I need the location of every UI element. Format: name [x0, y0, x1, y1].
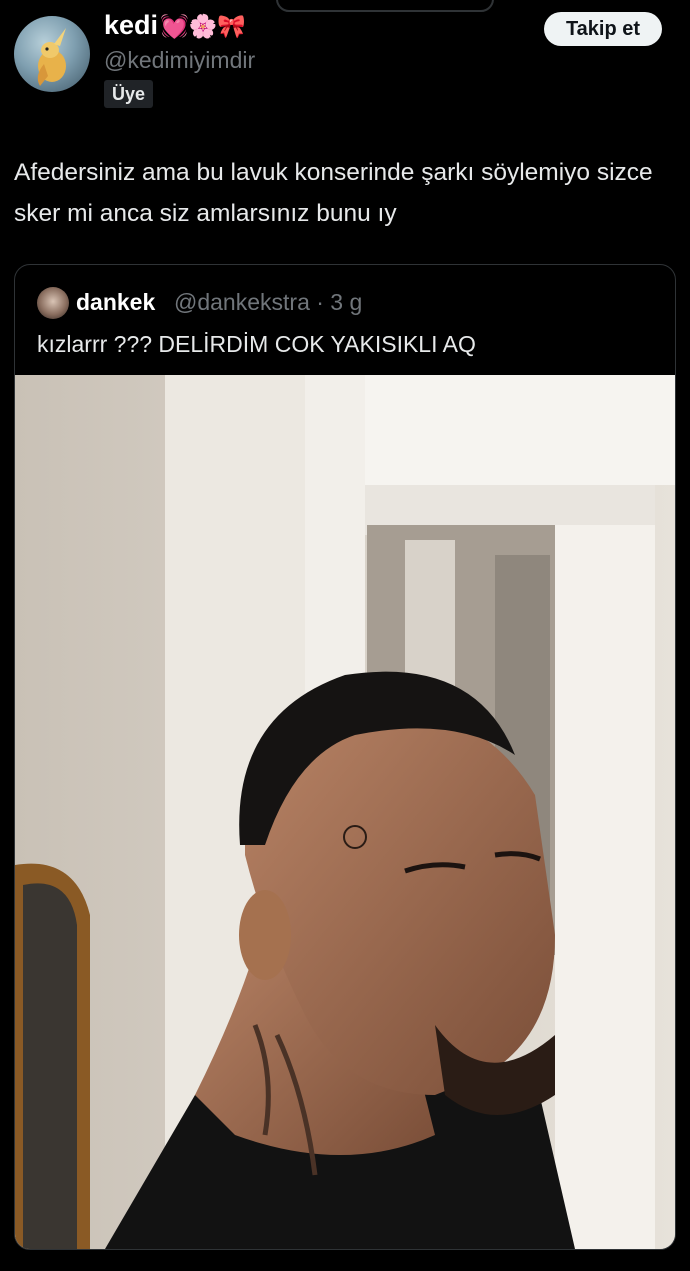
author-handle[interactable]: @kedimiyimdir — [104, 47, 255, 74]
quoted-tweet-text: kızlarrr ??? DELİRDİM COK YAKISIKLI AQ — [37, 331, 476, 357]
top-pill-bar — [276, 0, 494, 12]
tweet-text: Afedersiniz ama bu lavuk konserinde şark… — [14, 159, 653, 227]
quoted-author-name: dankek — [76, 289, 156, 315]
quoted-author-handle: @dankekstra — [174, 289, 310, 315]
author-name-emojis: 💓🌸🎀 — [160, 13, 246, 39]
quoted-tweet-card[interactable]: dankek @dankekstra · 3 g kızlarrr ??? DE… — [14, 264, 676, 1250]
avatar-illustration — [37, 28, 66, 86]
quoted-author-avatar — [37, 287, 69, 319]
quoted-tweet-time: · 3 g — [316, 289, 363, 315]
quoted-author-handle-time: @dankekstra · 3 g — [174, 289, 362, 316]
follow-button[interactable]: Takip et — [544, 12, 662, 46]
quoted-tweet-photo[interactable] — [15, 375, 675, 1249]
author-name-text: kedi — [104, 10, 159, 40]
author-display-name[interactable]: kedi💓🌸🎀 — [104, 10, 246, 41]
author-avatar[interactable] — [14, 16, 90, 92]
subscriber-badge: Üye — [104, 80, 154, 108]
photo-illustration — [15, 375, 675, 1249]
